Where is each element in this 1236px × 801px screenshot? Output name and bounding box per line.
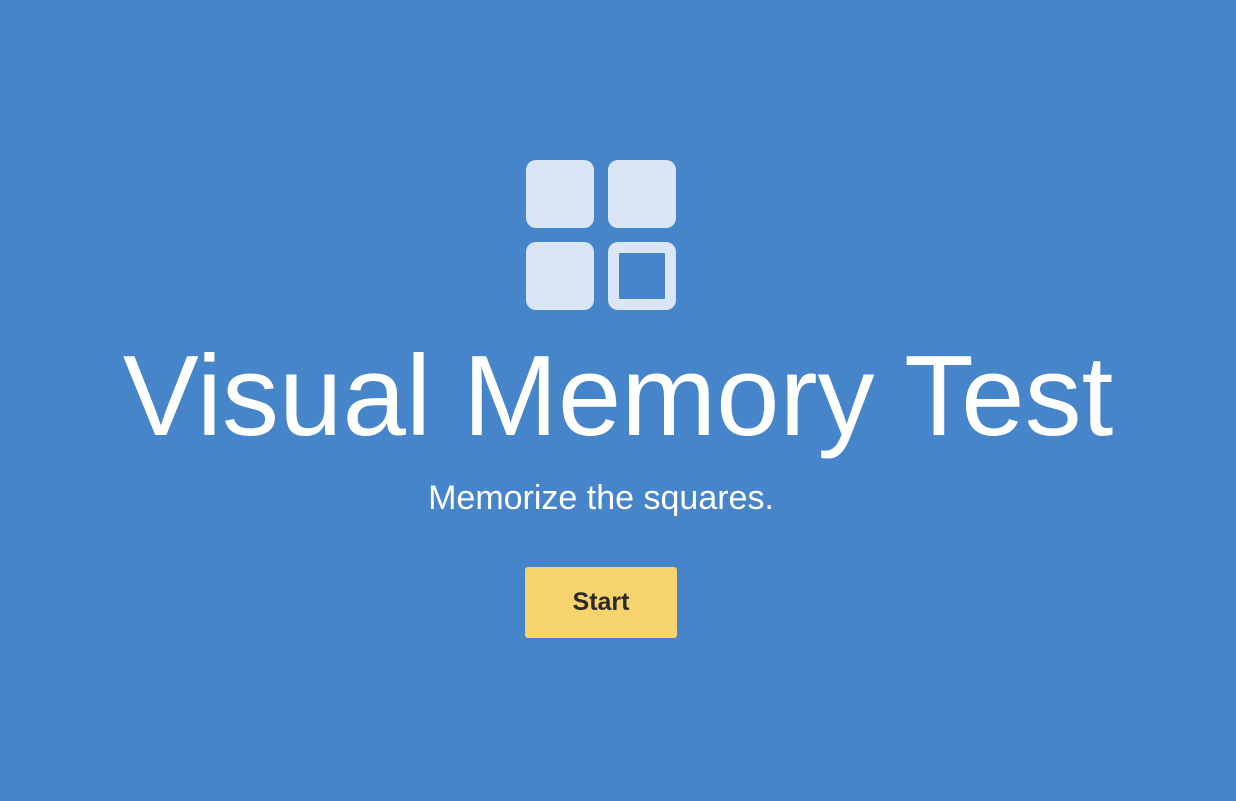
page-title: Visual Memory Test — [122, 333, 1114, 460]
logo-square-bottom-left — [526, 242, 594, 310]
start-button[interactable]: Start — [525, 567, 677, 638]
page-subtitle: Memorize the squares. — [428, 479, 774, 517]
visual-memory-page: Visual Memory Test Memorize the squares.… — [0, 0, 1236, 801]
logo-square-bottom-right-outline — [608, 242, 676, 310]
logo-square-top-left — [526, 160, 594, 228]
logo-square-top-right — [608, 160, 676, 228]
memory-grid-icon — [526, 160, 676, 310]
